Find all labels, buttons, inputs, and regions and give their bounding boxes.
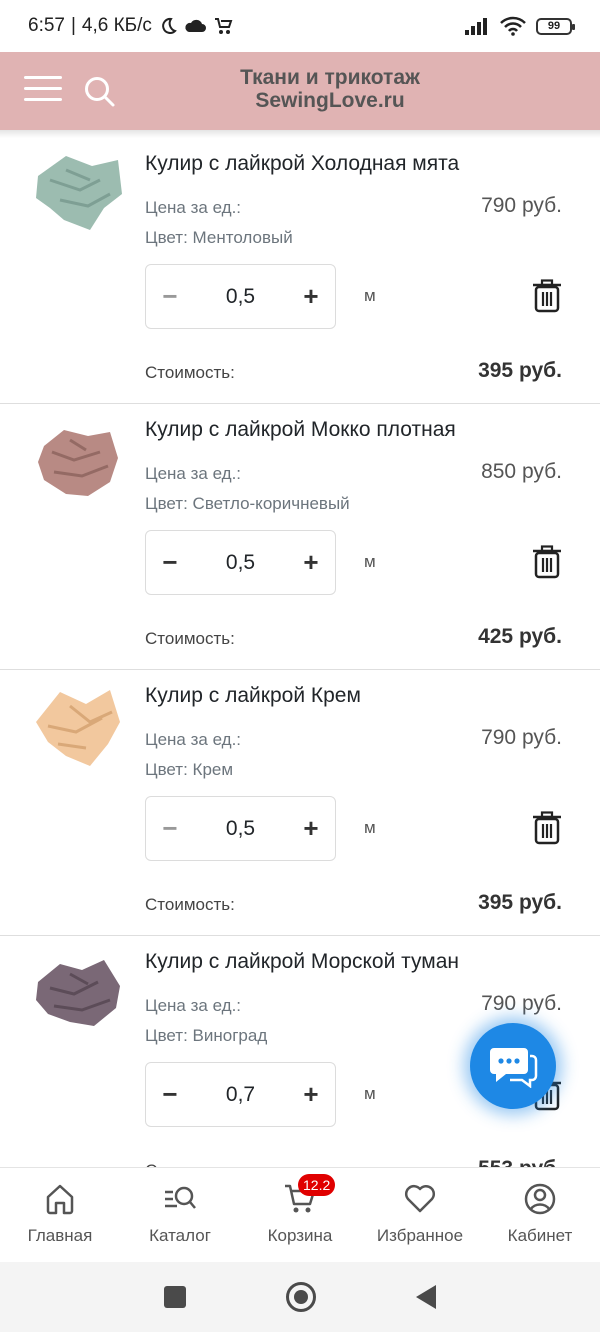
nav-catalog-label: Каталог	[149, 1226, 211, 1245]
brand-line-2: SewingLove.ru	[255, 89, 405, 112]
chat-button[interactable]	[470, 1023, 556, 1109]
status-network-speed: 4,6 КБ/с	[81, 15, 152, 36]
menu-icon-line	[24, 76, 62, 79]
moon-icon	[162, 17, 177, 34]
nav-cart[interactable]: 12.2 Корзина	[240, 1168, 360, 1262]
menu-icon-line	[24, 87, 62, 90]
product-color: Цвет: Виноград	[145, 1026, 268, 1045]
product-title[interactable]: Кулир с лайкрой Крем	[145, 684, 361, 708]
wifi-icon	[500, 16, 526, 36]
heart-icon	[404, 1184, 436, 1213]
decrease-quantity-button[interactable]: −	[146, 1063, 194, 1126]
stroller-icon	[214, 18, 233, 34]
product-image[interactable]	[30, 150, 126, 246]
site-header: Ткани и трикотаж SewingLove.ru	[0, 52, 600, 130]
product-image[interactable]	[30, 416, 126, 512]
site-logo[interactable]: Ткани и трикотаж SewingLove.ru	[200, 66, 460, 112]
quantity-stepper: − 0,5 +	[145, 796, 336, 861]
product-image[interactable]	[30, 948, 126, 1044]
trash-icon[interactable]	[532, 545, 562, 579]
header-shadow	[0, 130, 600, 138]
brand-line-1: Ткани и трикотаж	[240, 66, 420, 89]
quantity-unit: м	[364, 286, 376, 305]
increase-quantity-button[interactable]: +	[287, 531, 335, 594]
signal-icon	[465, 18, 487, 35]
nav-home-label: Главная	[27, 1226, 93, 1245]
battery-icon: 99	[536, 17, 575, 35]
nav-cart-label: Корзина	[267, 1226, 333, 1245]
quantity-input[interactable]: 0,5	[194, 551, 287, 575]
chat-bubble-icon	[490, 1048, 538, 1088]
quantity-unit: м	[364, 552, 376, 571]
quantity-stepper: − 0,7 +	[145, 1062, 336, 1127]
product-title[interactable]: Кулир с лайкрой Мокко плотная	[145, 418, 456, 442]
quantity-input[interactable]: 0,5	[194, 817, 287, 841]
home-button[interactable]	[286, 1282, 316, 1312]
unit-price-value: 790 руб.	[481, 992, 562, 1015]
cost-value: 395 руб.	[478, 359, 562, 382]
quantity-unit: м	[364, 818, 376, 837]
unit-price-label: Цена за ед.:	[145, 198, 242, 217]
cart-item: Кулир с лайкрой Холодная мята Цена за ед…	[0, 138, 600, 404]
nav-home[interactable]: Главная	[0, 1168, 120, 1262]
status-bar: 6:57 | 4,6 КБ/с 99	[0, 0, 600, 52]
nav-catalog[interactable]: Каталог	[120, 1168, 240, 1262]
nav-account-label: Кабинет	[507, 1226, 573, 1245]
menu-icon-line	[24, 98, 62, 101]
user-icon	[524, 1183, 556, 1215]
unit-price-label: Цена за ед.:	[145, 996, 242, 1015]
nav-favorites[interactable]: Избранное	[360, 1168, 480, 1262]
trash-icon[interactable]	[532, 279, 562, 313]
unit-price-value: 790 руб.	[481, 194, 562, 217]
recents-button[interactable]	[164, 1286, 186, 1308]
unit-price-label: Цена за ед.:	[145, 730, 242, 749]
catalog-search-icon	[165, 1186, 196, 1209]
home-icon	[46, 1184, 74, 1215]
product-title[interactable]: Кулир с лайкрой Морской туман	[145, 950, 459, 974]
product-color: Цвет: Крем	[145, 760, 234, 779]
decrease-quantity-button[interactable]: −	[146, 265, 194, 328]
bottom-navigation: Главная Каталог 12.2 Корзина Избранное К…	[0, 1167, 600, 1262]
menu-button[interactable]	[24, 76, 62, 106]
system-navigation-bar	[0, 1262, 600, 1332]
battery-level: 99	[547, 20, 561, 32]
quantity-stepper: − 0,5 +	[145, 264, 336, 329]
cost-label: Стоимость:	[145, 629, 235, 648]
decrease-quantity-button[interactable]: −	[146, 531, 194, 594]
quantity-input[interactable]: 0,5	[194, 285, 287, 309]
cart-count-badge: 12.2	[298, 1174, 336, 1196]
cloud-icon	[185, 19, 206, 32]
trash-icon[interactable]	[532, 811, 562, 845]
status-separator: |	[70, 15, 76, 36]
product-color: Цвет: Светло-коричневый	[145, 494, 350, 513]
nav-favorites-label: Избранное	[376, 1226, 464, 1245]
home-dot-icon	[294, 1290, 308, 1304]
product-color: Цвет: Ментоловый	[145, 228, 293, 247]
unit-price-label: Цена за ед.:	[145, 464, 242, 483]
quantity-stepper: − 0,5 +	[145, 530, 336, 595]
search-icon[interactable]	[82, 74, 118, 110]
cost-value: 395 руб.	[478, 891, 562, 914]
status-time: 6:57	[28, 15, 65, 36]
cost-label: Стоимость:	[145, 895, 235, 914]
unit-price-value: 790 руб.	[481, 726, 562, 749]
quantity-unit: м	[364, 1084, 376, 1103]
increase-quantity-button[interactable]: +	[287, 1063, 335, 1126]
cart-item: Кулир с лайкрой Мокко плотная Цена за ед…	[0, 404, 600, 670]
quantity-input[interactable]: 0,7	[194, 1083, 287, 1107]
increase-quantity-button[interactable]: +	[287, 797, 335, 860]
decrease-quantity-button[interactable]: −	[146, 797, 194, 860]
product-image[interactable]	[30, 682, 126, 778]
unit-price-value: 850 руб.	[481, 460, 562, 483]
product-title[interactable]: Кулир с лайкрой Холодная мята	[145, 152, 459, 176]
nav-account[interactable]: Кабинет	[480, 1168, 600, 1262]
cart-item: Кулир с лайкрой Крем Цена за ед.: 790 ру…	[0, 670, 600, 936]
back-button[interactable]	[416, 1285, 436, 1309]
increase-quantity-button[interactable]: +	[287, 265, 335, 328]
cost-value: 425 руб.	[478, 625, 562, 648]
cost-label: Стоимость:	[145, 363, 235, 382]
